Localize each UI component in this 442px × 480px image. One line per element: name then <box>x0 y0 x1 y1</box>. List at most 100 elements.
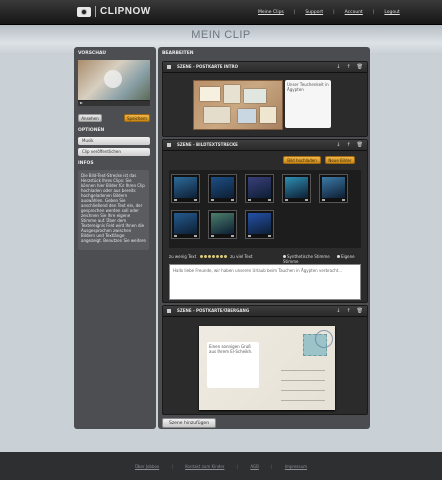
length-indicator <box>199 254 227 259</box>
delete-icon[interactable]: 🗑 <box>357 64 363 70</box>
length-dot <box>211 255 215 258</box>
thumb-edit-icon[interactable] <box>322 199 325 201</box>
nav-meine-clips[interactable]: Meine Clips <box>258 10 284 15</box>
thumbnail-image <box>211 177 234 198</box>
preview-thumbnail <box>78 60 150 100</box>
thumb-edit-icon[interactable] <box>248 235 251 237</box>
edit-heading: BEARBEITEN <box>162 51 194 56</box>
address-line <box>281 390 325 391</box>
thumb-delete-icon[interactable] <box>231 235 234 237</box>
logo-text: CLIPNOW <box>100 6 151 17</box>
scene-tools: ↓ ↑ 🗑 <box>336 142 363 148</box>
image-thumbnail[interactable] <box>208 210 237 239</box>
footer-link-about[interactable]: Über Jobbox <box>135 464 159 469</box>
thumb-edit-icon[interactable] <box>211 199 214 201</box>
footer-nav: Über Jobbox | Kontakt zum Kinder | AGB |… <box>0 464 442 469</box>
footer-link-imprint[interactable]: Impressum <box>285 464 307 469</box>
move-up-icon[interactable]: ↑ <box>346 142 350 148</box>
postmark-icon <box>315 330 333 348</box>
video-preview[interactable] <box>78 60 150 106</box>
preview-button[interactable]: Ansehen <box>78 114 102 122</box>
scene-title: SZENE - BILDTEXTSTRECKE <box>177 142 238 147</box>
nav-support[interactable]: Support <box>305 10 323 15</box>
upload-image-button[interactable]: Bild hochladen <box>283 156 321 164</box>
camera-logo-icon <box>77 6 91 17</box>
option-publish[interactable]: Clip veröffentlichen <box>78 148 150 156</box>
nav-separator: | <box>372 10 375 15</box>
thumb-delete-icon[interactable] <box>268 199 271 201</box>
scene-postcard-intro: SZENE - POSTKARTE INTRO ↓ ↑ 🗑 Unser Teuc… <box>162 61 368 137</box>
radio-synthetic[interactable] <box>283 255 286 258</box>
corkboard-image[interactable] <box>193 80 283 130</box>
pinned-photo <box>238 109 256 123</box>
move-up-icon[interactable]: ↑ <box>346 308 350 314</box>
nav-account[interactable]: Account <box>345 10 363 15</box>
scene-image-text-sequence: SZENE - BILDTEXTSTRECKE ↓ ↑ 🗑 Bild hochl… <box>162 139 368 303</box>
save-button[interactable]: Speichern <box>124 114 150 122</box>
radio-own-voice[interactable] <box>337 255 340 258</box>
scene-title: SZENE - POSTKARTE/ÜBERGANG <box>177 308 250 313</box>
option-music[interactable]: Musik <box>78 137 150 145</box>
new-images-button[interactable]: Neue Bilder <box>325 156 355 164</box>
thumb-edit-icon[interactable] <box>285 199 288 201</box>
thumbnail-image <box>174 213 197 234</box>
delete-icon[interactable]: 🗑 <box>357 142 363 148</box>
image-thumbnail[interactable] <box>245 210 274 239</box>
drag-handle-icon[interactable] <box>167 309 171 313</box>
length-dot <box>207 255 211 258</box>
move-down-icon[interactable]: ↓ <box>336 64 340 70</box>
voice-options: Synthetische Stimme Eigene Stimme <box>283 254 367 264</box>
logo-divider <box>95 6 96 17</box>
scene-tools: ↓ ↑ 🗑 <box>336 308 363 314</box>
nav-separator: | <box>293 10 296 15</box>
image-thumbnail[interactable] <box>245 174 274 203</box>
thumbnail-image <box>174 177 197 198</box>
scene-text-card[interactable]: Unser Teuchenkeit in Ägypten <box>285 80 331 128</box>
thumb-edit-icon[interactable] <box>211 235 214 237</box>
image-thumbnail[interactable] <box>319 174 348 203</box>
thumb-edit-icon[interactable] <box>174 199 177 201</box>
move-down-icon[interactable]: ↓ <box>336 308 340 314</box>
play-icon[interactable] <box>80 102 83 104</box>
add-scene-button[interactable]: Szene hinzufügen <box>162 418 216 428</box>
footer-separator: | <box>236 464 239 469</box>
info-box: Die Bild-Text-Strecke ist das Herzstück … <box>78 170 149 250</box>
postcard-image[interactable]: Einen sonnigen Gruß aus Ihrem El-Scheikh… <box>199 326 335 410</box>
speed-right-label: zu viel Text <box>230 254 253 259</box>
drag-handle-icon[interactable] <box>167 143 171 147</box>
thumb-edit-icon[interactable] <box>174 235 177 237</box>
logo[interactable]: CLIPNOW <box>77 6 151 17</box>
image-thumbnail[interactable] <box>208 174 237 203</box>
postcard-text-card[interactable]: Einen sonnigen Gruß aus Ihrem El-Scheikh… <box>207 342 259 388</box>
top-nav: Meine Clips | Support | Account | Logout <box>258 10 400 15</box>
address-line <box>281 370 325 371</box>
move-up-icon[interactable]: ↑ <box>346 64 350 70</box>
scene-header: SZENE - BILDTEXTSTRECKE ↓ ↑ 🗑 <box>163 140 367 151</box>
thumb-delete-icon[interactable] <box>268 235 271 237</box>
footer-link-agb[interactable]: AGB <box>250 464 259 469</box>
info-heading: INFOS <box>78 161 94 166</box>
options-heading: OPTIONEN <box>78 128 105 133</box>
image-thumbnail[interactable] <box>171 210 200 239</box>
drag-handle-icon[interactable] <box>167 65 171 69</box>
thumb-delete-icon[interactable] <box>305 199 308 201</box>
length-dot <box>215 255 219 258</box>
footer-link-contact[interactable]: Kontakt zum Kinder <box>185 464 224 469</box>
thumb-delete-icon[interactable] <box>231 199 234 201</box>
thumb-delete-icon[interactable] <box>342 199 345 201</box>
length-dot <box>219 255 223 258</box>
image-thumbnail[interactable] <box>282 174 311 203</box>
thumb-edit-icon[interactable] <box>248 199 251 201</box>
thumb-delete-icon[interactable] <box>194 199 197 201</box>
address-line <box>281 380 325 381</box>
sidebar: VORSCHAU Ansehen Speichern OPTIONEN Musi… <box>74 47 156 429</box>
thumbnail-image <box>211 213 234 234</box>
image-thumbnail[interactable] <box>171 174 200 203</box>
thumbnail-image <box>248 213 271 234</box>
thumb-delete-icon[interactable] <box>194 235 197 237</box>
scene-text-input[interactable]: Hallo liebe Freunde, wir haben unseren U… <box>169 264 361 300</box>
preview-heading: VORSCHAU <box>78 51 107 56</box>
move-down-icon[interactable]: ↓ <box>336 142 340 148</box>
delete-icon[interactable]: 🗑 <box>357 308 363 314</box>
nav-logout[interactable]: Logout <box>384 10 399 15</box>
